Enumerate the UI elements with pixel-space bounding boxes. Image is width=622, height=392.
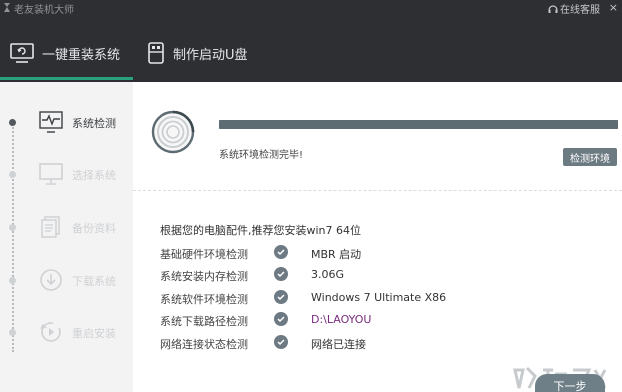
main-panel: 系统环境检测完毕! 检测环境 根据您的电脑配件,推荐您安装win7 64位 基础… <box>133 82 622 392</box>
app-logo-icon <box>4 3 10 12</box>
checkmark-icon <box>274 245 288 259</box>
check-row-hardware: 基础硬件环境检测 MBR 启动 <box>160 244 600 262</box>
sidebar-step-backup[interactable]: 备份资料 <box>0 211 133 243</box>
check-row-download-path: 系统下载路径检测 D:\LAOYOU <box>160 311 600 329</box>
check-label: 系统安装内存检测 <box>160 270 248 283</box>
sidebar-step-select-system[interactable]: 选择系统 <box>0 158 133 190</box>
check-value: MBR 启动 <box>311 248 362 261</box>
step-label: 备份资料 <box>72 222 116 235</box>
detection-progress-bar <box>219 120 618 129</box>
step-dot <box>9 119 16 126</box>
step-dot <box>9 224 16 231</box>
step-label: 系统检测 <box>72 117 116 130</box>
step-dot <box>9 171 16 178</box>
next-step-button[interactable]: 下一步 <box>535 374 605 392</box>
documents-icon <box>38 215 64 239</box>
check-value: 3.06G <box>311 268 345 281</box>
check-label: 系统软件环境检测 <box>160 293 248 306</box>
pulse-monitor-icon <box>38 110 64 134</box>
tab-label: 制作启动U盘 <box>173 47 248 63</box>
checkmark-icon <box>274 335 288 349</box>
check-environment-button[interactable]: 检测环境 <box>563 148 617 166</box>
tab-one-click-reinstall[interactable]: 一键重装系统 <box>0 30 133 76</box>
detection-spinner-icon <box>151 110 195 154</box>
section-divider <box>133 190 622 191</box>
headset-icon <box>548 4 558 13</box>
check-value: Windows 7 Ultimate X86 <box>311 291 447 304</box>
check-row-network: 网络连接状态检测 网络已连接 <box>160 334 600 352</box>
download-path-value: D:\LAOYOU <box>311 313 372 326</box>
detection-status-text: 系统环境检测完毕! <box>219 150 304 161</box>
check-row-memory: 系统安装内存检测 3.06G <box>160 266 600 284</box>
check-value: 网络已连接 <box>311 338 366 351</box>
step-label: 重启安装 <box>72 327 116 340</box>
usb-drive-icon <box>147 42 165 64</box>
download-icon <box>38 268 64 292</box>
check-label: 系统下载路径检测 <box>160 315 248 328</box>
sidebar-step-system-check[interactable]: 系统检测 <box>0 106 133 138</box>
checkmark-icon <box>274 290 288 304</box>
desktop-icon <box>38 162 64 186</box>
sidebar-step-download[interactable]: 下载系统 <box>0 264 133 296</box>
check-label: 网络连接状态检测 <box>160 338 248 351</box>
checkmark-icon <box>274 267 288 281</box>
monitor-refresh-icon <box>10 43 34 63</box>
step-label: 选择系统 <box>72 169 116 182</box>
check-label: 基础硬件环境检测 <box>160 248 248 261</box>
close-icon[interactable]: × <box>609 1 618 14</box>
recommendation-text: 根据您的电脑配件,推荐您安装win7 64位 <box>160 224 362 237</box>
sidebar-step-restart-install[interactable]: 重启安装 <box>0 316 133 348</box>
online-service-link[interactable]: 在线客服 <box>548 1 600 16</box>
sidebar-steps: 系统检测 选择系统 备份资料 下载系统 重启安装 <box>0 82 133 392</box>
check-row-software: 系统软件环境检测 Windows 7 Ultimate X86 <box>160 289 600 307</box>
title-bar: 老友装机大师 在线客服 × <box>0 0 622 16</box>
tab-make-boot-usb[interactable]: 制作启动U盘 <box>147 30 287 76</box>
step-label: 下载系统 <box>72 275 116 288</box>
app-header: 老友装机大师 在线客服 × 一键重装系统 制作启动U盘 <box>0 0 622 82</box>
online-service-label: 在线客服 <box>560 5 600 16</box>
active-tab-indicator <box>0 77 133 80</box>
app-title: 老友装机大师 <box>14 5 74 16</box>
progress-fill <box>219 120 618 129</box>
restart-icon <box>38 320 64 344</box>
tab-label: 一键重装系统 <box>42 47 121 63</box>
checkmark-icon <box>274 312 288 326</box>
step-dot <box>9 277 16 284</box>
step-dot <box>9 329 16 336</box>
